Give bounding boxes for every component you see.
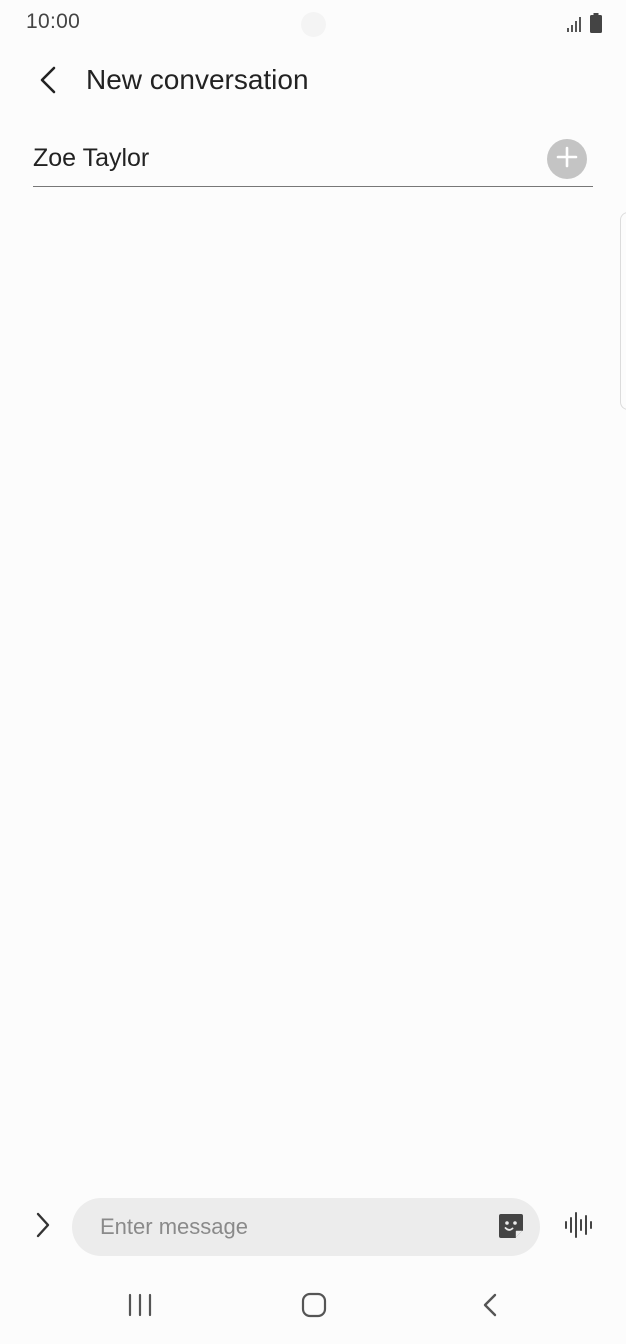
home-icon [300,1291,328,1324]
home-button[interactable] [288,1288,340,1326]
message-input[interactable] [100,1210,480,1244]
add-recipient-button[interactable] [547,139,587,179]
recent-apps-button[interactable] [114,1288,166,1326]
app-header: New conversation [0,50,626,116]
plus-icon [555,145,579,174]
signal-icon [566,15,584,38]
sticker-icon [497,1212,525,1245]
compose-bar [0,1196,626,1258]
page-title: New conversation [86,64,309,95]
message-field [72,1198,540,1256]
status-bar: 10:00 [0,0,626,48]
back-button[interactable] [30,62,66,102]
navigation-bar [0,1274,626,1340]
voice-message-button[interactable] [560,1210,598,1244]
voice-waveform-icon [563,1211,595,1244]
back-icon [481,1291,499,1324]
camera-cutout [301,12,326,37]
battery-icon [590,13,602,38]
back-arrow-icon [37,65,59,100]
chevron-right-icon [34,1211,52,1244]
recipient-input[interactable] [33,140,533,176]
recipient-field-row [33,134,593,187]
expand-options-button[interactable] [28,1210,58,1244]
system-back-button[interactable] [464,1288,516,1326]
sticker-button[interactable] [496,1213,526,1243]
edge-panel-handle[interactable] [620,212,626,410]
status-time: 10:00 [26,10,81,33]
recent-apps-icon [127,1293,153,1322]
status-icons [566,13,602,38]
